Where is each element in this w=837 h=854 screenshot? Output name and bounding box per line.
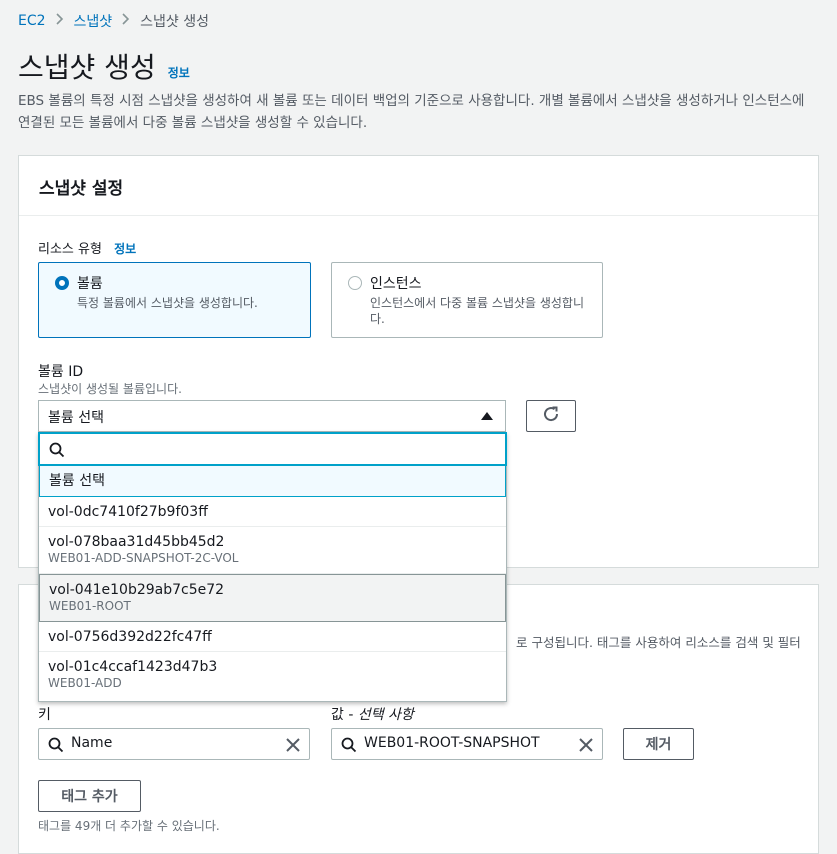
tag-value-value: WEB01-ROOT-SNAPSHOT [364,735,540,751]
page-description: EBS 볼륨의 특정 시점 스냅샷을 생성하여 새 볼륨 또는 데이터 백업의 … [18,93,805,131]
resource-type-instance-tile[interactable]: 인스턴스 인스턴스에서 다중 볼륨 스냅샷을 생성합니다. [331,262,603,338]
chevron-right-icon [122,13,130,29]
caret-up-icon [481,412,493,420]
clear-icon[interactable] [285,737,301,757]
resource-type-info-link[interactable]: 정보 [114,242,136,256]
page-title: 스냅샷 생성 정보 [18,46,190,86]
search-icon [48,737,64,757]
volume-id-label: 볼륨 ID [38,364,84,380]
volume-select[interactable]: 볼륨 선택 [38,400,506,432]
dropdown-option[interactable]: vol-0dc7410f27b9f03ff [39,497,506,527]
volume-dropdown: 볼륨 선택 vol-0dc7410f27b9f03ff vol-078baa31… [38,432,507,702]
tile-description: 특정 볼륨에서 스냅샷을 생성합니다. [77,296,258,310]
option-sublabel: WEB01-ADD [48,676,122,690]
clear-icon[interactable] [578,737,594,757]
volume-id-description: 스냅샷이 생성될 볼륨입니다. [38,382,182,396]
option-label: 볼륨 선택 [49,473,105,489]
option-label: vol-078baa31d45bb45d2 [48,534,225,550]
option-sublabel: WEB01-ROOT [49,599,131,613]
tags-description: 로 구성됩니다. 태그를 사용하여 리소스를 검색 및 필터 [516,635,801,650]
option-label: vol-01c4ccaf1423d47b3 [48,659,218,675]
radio-button[interactable] [348,276,362,290]
chevron-right-icon [55,13,64,29]
tile-description: 인스턴스에서 다중 볼륨 스냅샷을 생성합니다. [370,296,584,326]
option-sublabel: WEB01-ADD-SNAPSHOT-2C-VOL [48,551,239,565]
volume-select-value: 볼륨 선택 [48,410,104,426]
tag-value-label-optional: 선택 사항 [357,707,414,723]
breadcrumb-current: 스냅샷 생성 [140,14,210,30]
tag-key-label: 키 [38,707,51,723]
refresh-button[interactable] [526,400,576,432]
panel-header: 스냅샷 설정 [19,156,818,216]
option-label: vol-041e10b29ab7c5e72 [49,582,225,598]
tag-value-label-prefix: 값 - [331,707,358,723]
dropdown-option-hovered[interactable]: vol-041e10b29ab7c5e72 WEB01-ROOT [39,574,506,622]
radio-button-selected[interactable] [55,276,69,290]
page-title-text: 스냅샷 생성 [18,51,156,84]
tag-key-input[interactable]: Name [38,728,310,760]
dropdown-option[interactable]: vol-0756d392d22fc47ff [39,622,506,652]
resource-type-volume-tile[interactable]: 볼륨 특정 볼륨에서 스냅샷을 생성합니다. [38,262,311,338]
add-tag-button[interactable]: 태그 추가 [38,780,141,812]
tag-limit-hint: 태그를 49개 더 추가할 수 있습니다. [38,819,220,833]
breadcrumb: EC2 스냅샷 스냅샷 생성 [18,11,209,31]
breadcrumb-snapshots[interactable]: 스냅샷 [74,11,113,31]
resource-type-label-text: 리소스 유형 [38,242,102,257]
dropdown-option[interactable]: vol-01c4ccaf1423d47b3 WEB01-ADD [39,652,506,701]
dropdown-option[interactable]: vol-078baa31d45bb45d2 WEB01-ADD-SNAPSHOT… [39,527,506,574]
breadcrumb-ec2[interactable]: EC2 [18,13,46,29]
tag-value-label: 값 - 선택 사항 [331,704,414,724]
refresh-icon [542,405,560,427]
tag-value-input[interactable]: WEB01-ROOT-SNAPSHOT [331,728,603,760]
tag-key-value: Name [71,735,113,751]
resource-type-label: 리소스 유형 정보 [38,238,136,257]
option-label: vol-0dc7410f27b9f03ff [48,504,208,520]
tile-title: 인스턴스 [370,276,422,292]
remove-tag-button[interactable]: 제거 [623,728,694,760]
tile-title: 볼륨 [77,276,103,292]
dropdown-search-input[interactable] [39,433,506,465]
search-icon [49,442,65,462]
dropdown-option-placeholder[interactable]: 볼륨 선택 [39,465,506,497]
info-link[interactable]: 정보 [168,64,190,81]
search-icon [341,737,357,757]
option-label: vol-0756d392d22fc47ff [48,629,212,645]
